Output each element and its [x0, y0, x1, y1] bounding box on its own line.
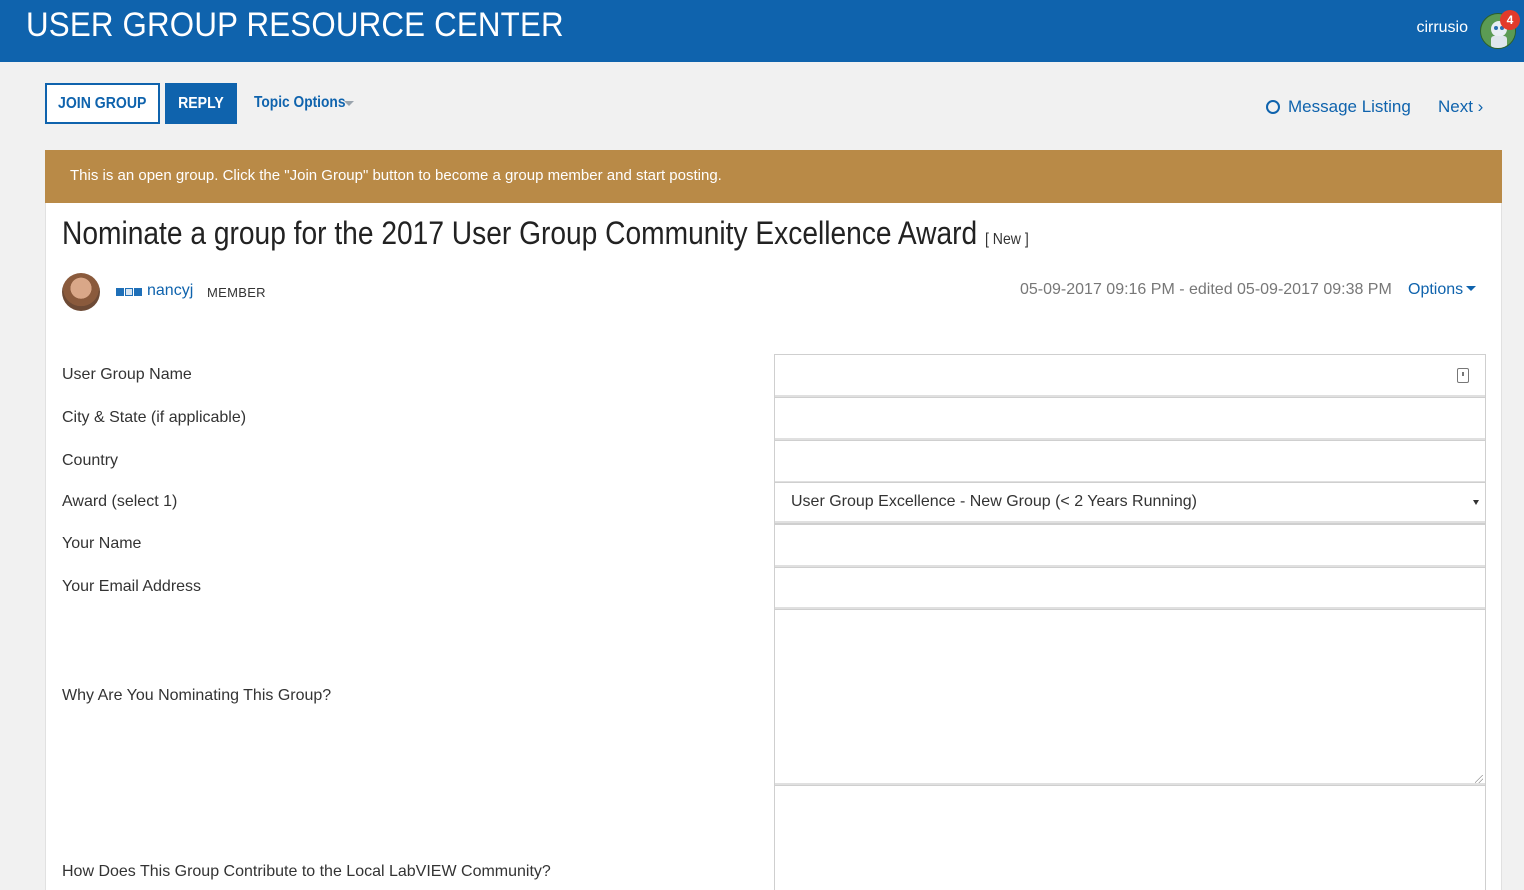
next-link[interactable]: Next › [1438, 97, 1483, 117]
email-input[interactable] [774, 567, 1486, 610]
reply-label: REPLY [178, 95, 224, 112]
reply-button[interactable]: REPLY [165, 83, 237, 124]
chevron-down-icon [1466, 286, 1477, 291]
user-group-name-label: User Group Name [62, 366, 192, 383]
email-label: Your Email Address [62, 578, 202, 595]
award-selected-value: User Group Excellence - New Group (< 2 Y… [791, 493, 1197, 510]
message-listing-link[interactable]: Message Listing [1266, 97, 1411, 117]
open-group-banner: This is an open group. Click the "Join G… [45, 150, 1502, 203]
banner-text: This is an open group. Click the "Join G… [70, 167, 722, 184]
username-link[interactable]: cirrusio [1416, 19, 1468, 37]
award-label: Award (select 1) [62, 493, 178, 510]
post-date: 05-09-2017 09:16 PM - edited 05-09-2017 … [1020, 281, 1392, 298]
user-group-name-input[interactable] [774, 354, 1486, 398]
topic-options-label: Topic Options [254, 94, 346, 111]
post-card: Nominate a group for the 2017 User Group… [45, 203, 1502, 890]
country-label: Country [62, 452, 119, 469]
join-group-label: JOIN GROUP [58, 95, 147, 112]
post-title: Nominate a group for the 2017 User Group… [62, 215, 1029, 252]
notification-badge[interactable]: 4 [1500, 10, 1520, 30]
top-navigation-bar: USER GROUP RESOURCE CENTER cirrusio 4 [0, 0, 1524, 62]
message-listing-label: Message Listing [1288, 97, 1411, 116]
author-avatar[interactable] [62, 273, 100, 311]
contribution-label: How Does This Group Contribute to the Lo… [62, 863, 551, 880]
contribution-textarea[interactable] [774, 785, 1486, 890]
rank-icon [116, 288, 144, 296]
award-select[interactable]: User Group Excellence - New Group (< 2 Y… [774, 482, 1486, 524]
your-name-label: Your Name [62, 535, 142, 552]
topic-options-menu[interactable]: Topic Options [254, 94, 360, 112]
user-avatar[interactable]: 4 [1480, 10, 1520, 49]
why-nominating-label: Why Are You Nominating This Group? [62, 687, 332, 704]
post-title-text: Nominate a group for the 2017 User Group… [62, 215, 978, 251]
your-name-input[interactable] [774, 524, 1486, 568]
site-title[interactable]: USER GROUP RESOURCE CENTER [26, 6, 564, 45]
new-tag: [ New ] [984, 231, 1029, 248]
post-options-menu[interactable]: Options [1408, 281, 1477, 299]
post-options-label: Options [1408, 281, 1464, 298]
city-state-label: City & State (if applicable) [62, 409, 247, 426]
author-link[interactable]: nancyj [147, 282, 193, 300]
country-input[interactable] [774, 440, 1486, 484]
resize-handle-icon[interactable] [1475, 775, 1483, 783]
join-group-button[interactable]: JOIN GROUP [45, 83, 160, 124]
chevron-down-icon [344, 101, 354, 106]
city-state-input[interactable] [774, 397, 1486, 441]
author-role: MEMBER [207, 285, 266, 300]
circle-icon [1266, 100, 1280, 114]
form-fill-icon[interactable] [1457, 368, 1469, 383]
dropdown-arrow-icon [1473, 500, 1479, 505]
why-nominating-textarea[interactable] [774, 609, 1486, 786]
